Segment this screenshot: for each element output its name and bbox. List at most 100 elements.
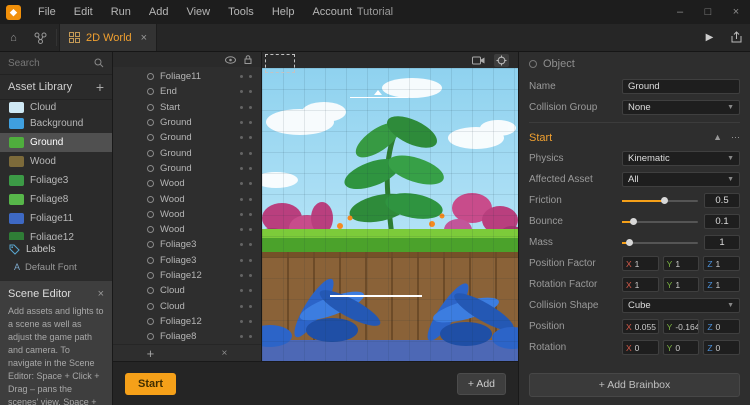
visibility-dot[interactable] <box>240 289 243 293</box>
menu-item[interactable]: Edit <box>65 6 102 18</box>
lock-dot[interactable] <box>249 90 252 94</box>
visibility-dot[interactable] <box>240 212 243 216</box>
layer-row[interactable]: Foliage3 <box>113 253 261 268</box>
eye-icon[interactable] <box>225 55 236 64</box>
menu-item[interactable]: Help <box>263 6 304 18</box>
position-factor-y-field[interactable]: Y1 <box>662 256 700 271</box>
play-icon[interactable]: ▶ <box>696 24 723 51</box>
visibility-dot[interactable] <box>240 243 243 247</box>
visibility-dot[interactable] <box>240 90 243 94</box>
lock-dot[interactable] <box>249 197 252 201</box>
asset-library-item[interactable]: Foliage12 <box>0 228 112 240</box>
visibility-dot[interactable] <box>240 228 243 232</box>
visibility-dot[interactable] <box>240 166 243 170</box>
visibility-dot[interactable] <box>240 151 243 155</box>
more-options-icon[interactable]: ⋯ <box>731 132 740 143</box>
visibility-dot[interactable] <box>240 136 243 140</box>
layer-row[interactable]: Foliage12 <box>113 314 261 329</box>
maximize-button[interactable]: □ <box>694 0 722 24</box>
mass-slider[interactable] <box>622 238 698 246</box>
layer-row[interactable]: Ground <box>113 130 261 145</box>
lock-dot[interactable] <box>249 228 252 232</box>
layer-row[interactable]: Wood <box>113 207 261 222</box>
lock-dot[interactable] <box>249 243 252 247</box>
layer-row[interactable]: Wood <box>113 222 261 237</box>
target-chip[interactable] <box>494 53 509 67</box>
rotation-y-field[interactable]: Y0 <box>662 340 700 355</box>
mass-value-field[interactable]: 1 <box>704 235 740 250</box>
lock-dot[interactable] <box>249 212 252 216</box>
lock-dot[interactable] <box>249 121 252 125</box>
sidebar-item-default-font[interactable]: A Default Font <box>0 259 112 275</box>
layer-row[interactable]: Cloud <box>113 283 261 298</box>
visibility-dot[interactable] <box>240 105 243 109</box>
asset-library-item[interactable]: Ground <box>0 133 112 152</box>
export-icon[interactable] <box>723 24 750 51</box>
position-z-field[interactable]: Z0 <box>703 319 741 334</box>
add-asset-icon[interactable]: + <box>96 80 104 94</box>
layer-row[interactable]: Cloud <box>113 298 261 313</box>
lock-dot[interactable] <box>249 289 252 293</box>
visibility-dot[interactable] <box>240 335 243 339</box>
lock-dot[interactable] <box>249 105 252 109</box>
minimize-button[interactable]: – <box>666 0 694 24</box>
menu-item[interactable]: File <box>29 6 65 18</box>
tooltip-close-icon[interactable]: × <box>98 288 104 300</box>
mindmap-icon[interactable] <box>27 24 54 51</box>
rotation-factor-z-field[interactable]: Z1 <box>703 277 741 292</box>
rotation-factor-x-field[interactable]: X1 <box>622 277 659 292</box>
add-scene-button[interactable]: + Add <box>456 372 506 395</box>
sidebar-section-labels[interactable]: Labels <box>0 240 112 259</box>
lock-dot[interactable] <box>249 335 252 339</box>
asset-library-item[interactable]: Cloud <box>0 101 112 114</box>
affected-asset-dropdown[interactable]: All ▼ <box>622 172 740 187</box>
camera-icon[interactable] <box>472 56 485 65</box>
menu-item[interactable]: Account <box>303 6 361 18</box>
asset-library-item[interactable]: Wood <box>0 152 112 171</box>
remove-layer-icon[interactable]: × <box>222 348 228 359</box>
lock-dot[interactable] <box>249 182 252 186</box>
position-y-field[interactable]: Y -0.164 <box>662 319 700 334</box>
position-factor-x-field[interactable]: X1 <box>622 256 659 271</box>
lock-dot[interactable] <box>249 166 252 170</box>
menu-item[interactable]: View <box>177 6 219 18</box>
position-x-field[interactable]: X 0.055 <box>622 319 659 334</box>
lock-dot[interactable] <box>249 274 252 277</box>
home-icon[interactable]: ⌂ <box>0 24 27 51</box>
visibility-dot[interactable] <box>240 75 243 79</box>
collision-group-dropdown[interactable]: None ▼ <box>622 100 740 115</box>
menu-item[interactable]: Tools <box>219 6 263 18</box>
lock-dot[interactable] <box>249 75 252 79</box>
tab-2d-world[interactable]: 2D World × <box>59 24 158 51</box>
layer-row[interactable]: Wood <box>113 176 261 191</box>
add-layer-icon[interactable]: + <box>147 347 155 360</box>
layer-row[interactable]: Foliage8 <box>113 329 261 344</box>
layer-row[interactable]: Start <box>113 100 261 115</box>
visibility-dot[interactable] <box>240 121 243 125</box>
tab-close-icon[interactable]: × <box>141 32 147 44</box>
lock-dot[interactable] <box>249 319 252 323</box>
rotation-factor-y-field[interactable]: Y1 <box>662 277 700 292</box>
name-input[interactable] <box>628 81 734 92</box>
layer-row[interactable]: Foliage12 <box>113 268 261 283</box>
layer-row[interactable]: Ground <box>113 161 261 176</box>
search-input[interactable]: Search <box>0 52 112 75</box>
app-logo-icon[interactable]: ◆ <box>6 4 21 20</box>
start-section-header[interactable]: Start ▲ ⋯ <box>529 127 740 148</box>
layer-row[interactable]: Ground <box>113 115 261 130</box>
physics-dropdown[interactable]: Kinematic ▼ <box>622 151 740 166</box>
start-scene-button[interactable]: Start <box>125 372 177 395</box>
menu-item[interactable]: Run <box>102 6 140 18</box>
menu-item[interactable]: Add <box>140 6 178 18</box>
name-field[interactable] <box>622 79 740 94</box>
lock-dot[interactable] <box>249 258 252 262</box>
asset-library-item[interactable]: Background <box>0 114 112 133</box>
visibility-dot[interactable] <box>240 258 243 262</box>
scene-canvas[interactable] <box>262 52 518 361</box>
collision-shape-dropdown[interactable]: Cube ▼ <box>622 298 740 313</box>
selected-ground-gizmo[interactable] <box>330 295 422 297</box>
lock-dot[interactable] <box>249 136 252 140</box>
position-factor-z-field[interactable]: Z1 <box>703 256 741 271</box>
visibility-dot[interactable] <box>240 197 243 201</box>
friction-slider[interactable] <box>622 196 698 204</box>
